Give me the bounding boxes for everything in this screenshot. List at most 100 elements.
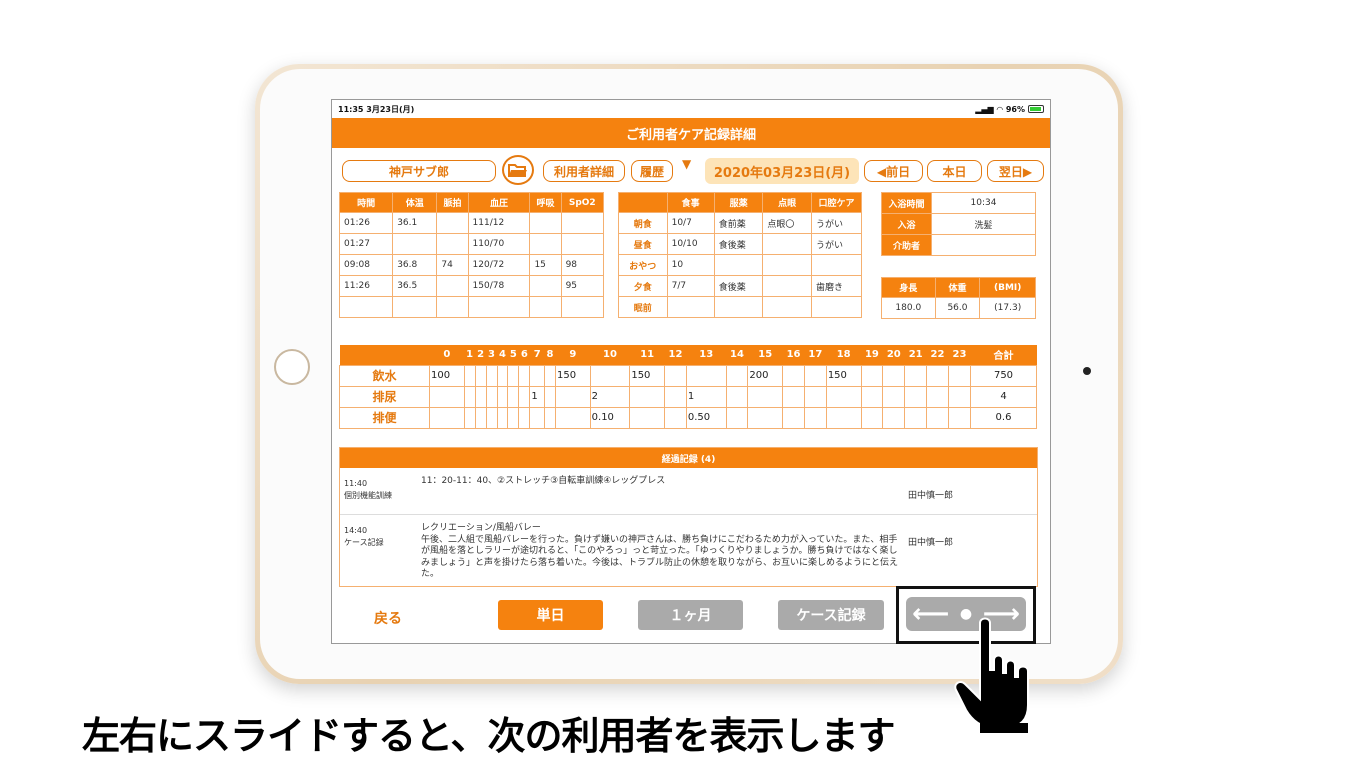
table-cell — [810, 254, 863, 276]
hour-cell — [463, 364, 476, 387]
date-display[interactable]: 2020年03月23日(月) — [705, 158, 859, 184]
table-cell: 74 — [436, 254, 469, 276]
bath-label: 入浴 — [881, 213, 932, 235]
table-row[interactable]: 入浴時間 10:34 — [881, 192, 1036, 214]
hour-header: 14 — [726, 345, 748, 365]
hour-header: 22 — [926, 345, 949, 365]
table-row[interactable]: 朝食 10/7 食前薬 点眼〇 うがい — [618, 212, 863, 234]
table-cell: 食前薬 — [713, 212, 764, 234]
hour-cell — [664, 406, 687, 429]
table-cell: 98 — [560, 254, 605, 276]
hour-cell — [825, 385, 862, 408]
vitals-table: 時間 体温 脈拍 血圧 呼吸 SpO2 01:26 36.1 111/12 01:27… — [338, 192, 605, 318]
hour-cell: 0.10 — [589, 406, 631, 429]
table-row[interactable]: 昼食 10/10 食後薬 うがい — [618, 233, 863, 255]
table-cell — [436, 233, 469, 255]
hour-cell — [529, 364, 546, 387]
table-row[interactable]: 01:26 36.1 111/12 — [338, 212, 605, 234]
table-row[interactable] — [338, 296, 605, 318]
log-entry[interactable]: 11:40 個別機能訓練 11：20-11：40、②ストレッチ③自転車訓練④レッグ… — [340, 468, 1037, 515]
hour-header: 23 — [948, 345, 971, 365]
one-month-button[interactable]: １ヶ月 — [638, 600, 743, 630]
table-row[interactable]: 飲水 100 150 150 200 150 750 — [339, 364, 1037, 387]
next-day-button[interactable]: 翌日▶ — [987, 160, 1044, 182]
hour-cell — [725, 406, 749, 429]
hour-cell — [947, 385, 972, 408]
row-label: 飲水 — [339, 364, 430, 387]
hour-cell — [825, 406, 862, 429]
page-title: ご利用者ケア記録詳細 — [332, 118, 1050, 148]
row-label: 排便 — [339, 406, 430, 429]
hour-cell — [507, 406, 520, 429]
hour-header: 20 — [882, 345, 905, 365]
hour-cell — [725, 385, 749, 408]
hour-header: 21 — [904, 345, 927, 365]
hour-cell — [463, 406, 476, 429]
table-cell: 10/10 — [666, 233, 715, 255]
user-detail-button[interactable]: 利用者詳細 — [543, 160, 625, 182]
table-cell: 150/78 — [467, 275, 531, 297]
table-cell: 10 — [666, 254, 715, 276]
status-bar: 11:35 3月23日(月) ▂▄▆ ◠ 96% — [332, 100, 1050, 118]
table-cell: うがい — [810, 233, 863, 255]
progress-log[interactable]: 経過記録 (4) 11:40 個別機能訓練 11：20-11：40、②ストレッチ③… — [339, 447, 1038, 587]
table-cell: うがい — [810, 212, 863, 234]
date-dropdown-icon[interactable]: ▼ — [682, 157, 691, 171]
hour-header: 10 — [590, 345, 630, 365]
table-cell: 01:26 — [338, 212, 394, 234]
hour-header: 2 — [475, 345, 487, 365]
table-cell: 11:26 — [338, 275, 394, 297]
case-record-button[interactable]: ケース記録 — [778, 600, 884, 630]
pointing-hand-icon — [954, 617, 1029, 733]
back-button[interactable]: 戻る — [374, 608, 402, 628]
hour-cell — [860, 406, 884, 429]
hour-cell — [554, 406, 591, 429]
hour-cell — [947, 406, 972, 429]
table-row[interactable]: おやつ 10 — [618, 254, 863, 276]
table-row[interactable]: 眠前 — [618, 296, 863, 318]
table-row[interactable]: 入浴 洗髪 — [881, 213, 1036, 235]
col-header: SpO2 — [560, 192, 605, 213]
home-button[interactable] — [274, 349, 310, 385]
table-row[interactable]: 排便 0.10 0.50 0.6 — [339, 406, 1037, 429]
table-cell — [467, 296, 531, 318]
table-cell: 36.8 — [392, 254, 438, 276]
hour-header: 11 — [629, 345, 665, 365]
hour-cell — [904, 406, 928, 429]
table-cell: 10/7 — [666, 212, 715, 234]
hour-cell — [544, 406, 556, 429]
today-button[interactable]: 本日 — [927, 160, 982, 182]
log-entry[interactable]: 14:40 ケース記録 レクリエーション/風船バレー 午後、二人組で風船バレーを行… — [340, 515, 1037, 586]
hour-cell — [496, 406, 509, 429]
single-day-button[interactable]: 単日 — [498, 600, 603, 630]
table-row[interactable]: 11:26 36.5 150/78 95 — [338, 275, 605, 297]
hour-cell — [664, 385, 687, 408]
table-row[interactable]: 排尿 1 2 1 4 — [339, 385, 1037, 408]
table-cell: 120/72 — [467, 254, 531, 276]
table-cell: 36.5 — [392, 275, 438, 297]
table-cell — [529, 212, 562, 234]
bath-value — [931, 234, 1036, 256]
hour-cell — [474, 406, 487, 429]
user-name-selector[interactable]: 神戸サブ郎 — [342, 160, 496, 182]
bath-label: 介助者 — [881, 234, 932, 256]
log-entry-time: 11:40 個別機能訓練 — [344, 479, 392, 500]
folder-button[interactable] — [502, 155, 534, 185]
table-row[interactable]: 01:27 110/70 — [338, 233, 605, 255]
hour-cell: 150 — [629, 364, 666, 387]
table-row[interactable]: 介助者 — [881, 234, 1036, 256]
table-row[interactable]: 夕食 7/7 食後薬 歯磨き — [618, 275, 863, 297]
hour-cell: 0.50 — [685, 406, 727, 429]
table-cell: 36.1 — [392, 212, 438, 234]
table-cell: 点眼〇 — [762, 212, 812, 234]
hour-cell — [947, 364, 972, 387]
hour-cell: 100 — [429, 364, 465, 387]
hour-cell — [429, 385, 465, 408]
table-cell — [560, 233, 605, 255]
hour-cell — [904, 364, 928, 387]
history-button[interactable]: 履歴 — [631, 160, 673, 182]
hour-header: 16 — [782, 345, 805, 365]
table-row[interactable]: 09:08 36.8 74 120/72 15 98 — [338, 254, 605, 276]
prev-day-button[interactable]: ◀前日 — [864, 160, 923, 182]
hour-cell — [685, 364, 727, 387]
